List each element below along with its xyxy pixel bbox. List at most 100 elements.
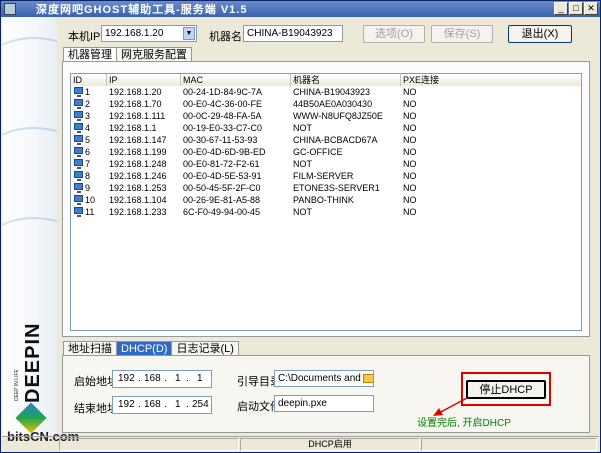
table-cell: 8	[85, 171, 91, 181]
ip-octet: 168	[144, 399, 161, 410]
end-ip-field[interactable]: 192 . 168 . 1 . 254	[112, 396, 212, 414]
table-cell: 9	[85, 183, 91, 193]
table-row[interactable]: 5 192.168.1.147 00-30-67-11-53-93 CHINA-BCB…	[71, 134, 581, 146]
decor-swirl	[2, 37, 57, 131]
boot-dir-field[interactable]: C:\Documents and Setl	[274, 370, 374, 387]
tab-log[interactable]: 日志记录(L)	[171, 341, 239, 356]
table-cell: NO	[403, 159, 417, 169]
computer-icon	[74, 135, 83, 145]
table-row[interactable]: 10 192.168.1.104 00-26-9E-81-A5-88 PANBO-TH…	[71, 194, 581, 206]
start-ip-field[interactable]: 192 . 168 . 1 . 1	[112, 370, 212, 388]
options-button[interactable]: 选项(O)	[363, 25, 425, 43]
save-button[interactable]: 保存(S)	[431, 25, 493, 43]
table-row[interactable]: 4 192.168.1.1 00-19-E0-33-C7-C0 NOT NO	[71, 122, 581, 134]
status-cell-center: DHCP启用	[240, 438, 420, 451]
stop-dhcp-button[interactable]: 停止DHCP	[466, 380, 546, 399]
local-ip-label: 本机IP	[68, 31, 101, 43]
computer-icon	[74, 171, 83, 181]
table-cell: 5	[85, 135, 91, 145]
table-cell: NOT	[293, 159, 312, 169]
column-header-mac[interactable]: MAC	[181, 74, 291, 86]
title-bar[interactable]: 深度网吧GHOST辅助工具-服务端 V1.5 _ □ ✕	[1, 1, 600, 17]
table-row[interactable]: 6 192.168.1.199 00-E0-4D-6D-9B-ED GC-OFFICE…	[71, 146, 581, 158]
table-cell: ETONE3S-SERVER1	[293, 183, 380, 193]
table-cell: NO	[403, 171, 417, 181]
decor-swirl	[2, 127, 57, 221]
brand-name: DEEPIN	[22, 322, 44, 403]
table-row[interactable]: 9 192.168.1.253 00-50-45-5F-2F-C0 ETONE3S-S…	[71, 182, 581, 194]
column-header-machine-name[interactable]: 机器名	[291, 74, 401, 86]
app-icon	[4, 3, 16, 15]
column-header-ip[interactable]: IP	[107, 74, 181, 86]
boot-file-field[interactable]: deepin.pxe	[274, 395, 374, 412]
computer-icon	[74, 123, 83, 133]
table-cell: 192.168.1.104	[109, 195, 167, 205]
folder-icon[interactable]	[363, 374, 373, 383]
status-cell-right	[421, 438, 597, 451]
table-cell: NO	[403, 183, 417, 193]
ip-octet: 1	[175, 373, 181, 384]
table-cell: FILM-SERVER	[293, 171, 354, 181]
tab-machine-management[interactable]: 机器管理	[63, 47, 117, 62]
decor-swirl	[2, 217, 57, 311]
maximize-button[interactable]: □	[569, 2, 583, 15]
table-cell: WWW-N8UFQ8JZ50E	[293, 111, 383, 121]
table-row[interactable]: 1 192.168.1.20 00-24-1D-84-9C-7A CHINA-B190…	[71, 86, 581, 98]
table-cell: 3	[85, 111, 91, 121]
tab-address-scan[interactable]: 地址扫描	[63, 341, 117, 356]
table-cell: 00-E0-4D-6D-9B-ED	[183, 147, 266, 157]
close-button[interactable]: ✕	[584, 2, 598, 15]
machine-name-field[interactable]: CHINA-B19043923	[243, 25, 343, 42]
table-row[interactable]: 11 192.168.1.233 6C-F0-49-94-00-45 NOT NO	[71, 206, 581, 218]
table-row[interactable]: 3 192.168.1.111 00-0C-29-48-FA-5A WWW-N8UFQ…	[71, 110, 581, 122]
table-cell: 10	[85, 195, 96, 205]
computer-icon	[74, 99, 83, 109]
ip-dot: .	[164, 399, 167, 410]
column-header-pxe[interactable]: PXE连接	[401, 74, 581, 86]
ip-octet: 1	[197, 373, 203, 384]
status-cell-left	[59, 438, 239, 451]
table-cell: 00-30-67-11-53-93	[183, 135, 258, 145]
table-cell: 6	[85, 147, 91, 157]
computer-icon	[74, 183, 83, 193]
table-cell: 192.168.1.147	[109, 135, 167, 145]
table-cell: 192.168.1.1	[109, 123, 157, 133]
computer-icon	[74, 207, 83, 217]
machine-name-label: 机器名	[209, 31, 242, 43]
computer-icon	[74, 111, 83, 121]
exit-button[interactable]: 退出(X)	[508, 25, 572, 43]
table-cell: 192.168.1.253	[109, 183, 167, 193]
table-cell: NOT	[293, 123, 312, 133]
table-cell: NO	[403, 111, 417, 121]
chevron-down-icon[interactable]: ▼	[183, 27, 195, 40]
table-cell: 00-50-45-5F-2F-C0	[183, 183, 261, 193]
ip-octet: 1	[175, 399, 181, 410]
table-cell: 4	[85, 123, 91, 133]
tab-dhcp[interactable]: DHCP(D)	[116, 341, 173, 356]
ip-dot: .	[186, 399, 189, 410]
window-title: 深度网吧GHOST辅助工具-服务端 V1.5	[36, 4, 248, 16]
table-cell: 6C-F0-49-94-00-45	[183, 207, 261, 217]
minimize-button[interactable]: _	[554, 2, 568, 15]
table-cell: 192.168.1.233	[109, 207, 167, 217]
table-cell: NO	[403, 87, 417, 97]
table-cell: 00-E0-81-72-F2-61	[183, 159, 260, 169]
machine-list[interactable]: ID IP MAC 机器名 PXE连接 1 192.168.1.20 00-24-1…	[70, 73, 582, 331]
table-cell: NO	[403, 123, 417, 133]
ip-octet: 192	[118, 373, 135, 384]
table-row[interactable]: 2 192.168.1.70 00-E0-4C-36-00-FE 44B50AE0A0…	[71, 98, 581, 110]
tab-netclone-config[interactable]: 网克服务配置	[116, 47, 192, 62]
table-row[interactable]: 7 192.168.1.248 00-E0-81-72-F2-61 NOT NO	[71, 158, 581, 170]
column-header-id[interactable]: ID	[71, 74, 107, 86]
main-window: 深度网吧GHOST辅助工具-服务端 V1.5 _ □ ✕ DEEP IN LIF…	[0, 0, 601, 453]
table-cell: NO	[403, 207, 417, 217]
table-cell: 00-24-1D-84-9C-7A	[183, 87, 263, 97]
table-cell: 00-19-E0-33-C7-C0	[183, 123, 263, 133]
table-cell: PANBO-THINK	[293, 195, 354, 205]
table-cell: 2	[85, 99, 91, 109]
computer-icon	[74, 195, 83, 205]
table-row[interactable]: 8 192.168.1.246 00-E0-4D-5E-53-91 FILM-SERV…	[71, 170, 581, 182]
table-cell: 00-E0-4C-36-00-FE	[183, 99, 263, 109]
table-cell: CHINA-BCBACD67A	[293, 135, 378, 145]
local-ip-select[interactable]: 192.168.1.20 ▼	[101, 25, 197, 42]
